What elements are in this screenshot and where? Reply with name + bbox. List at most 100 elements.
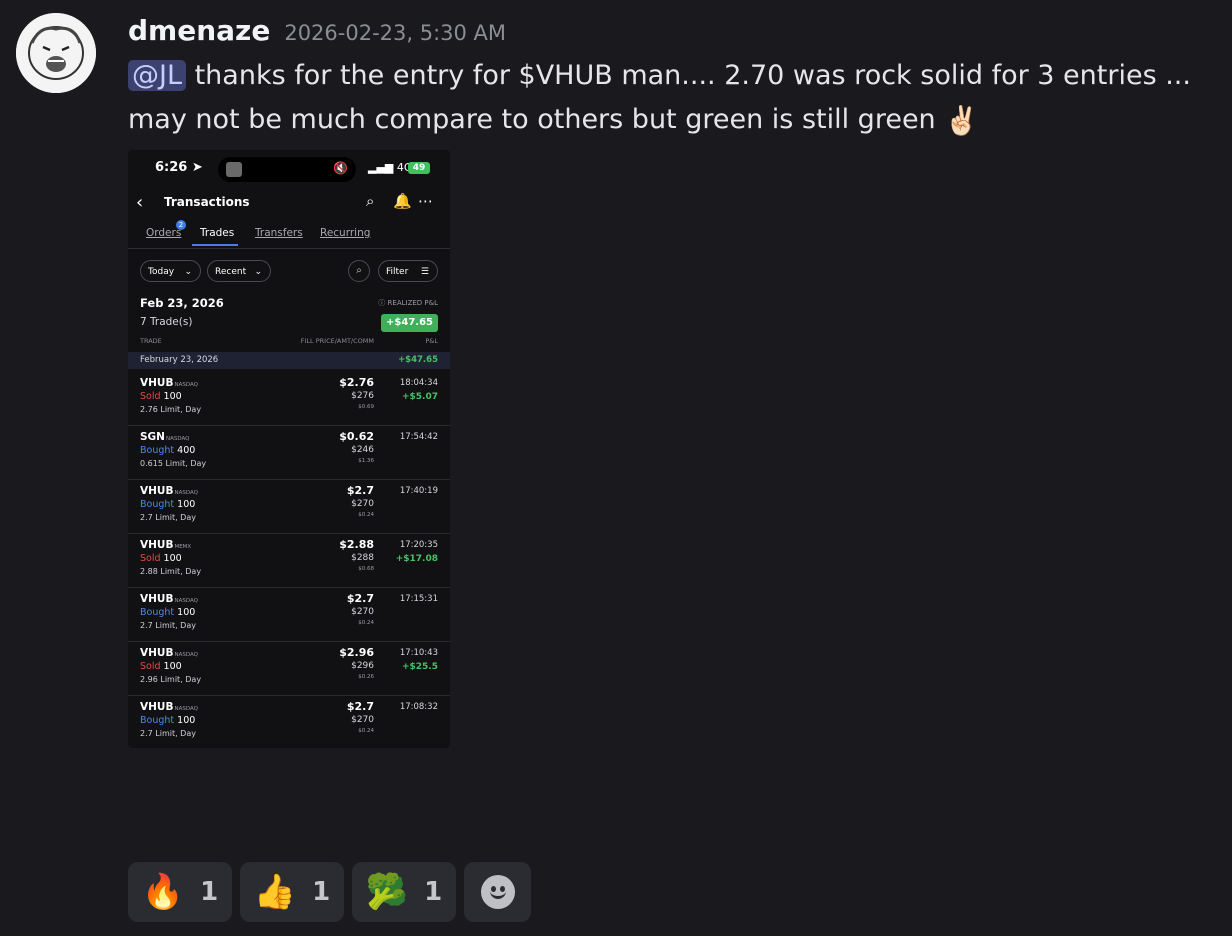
user-mention[interactable]: @JL xyxy=(128,60,187,91)
trade-amount: $270 xyxy=(351,715,374,725)
trade-time: 17:40:19 xyxy=(399,486,438,496)
trade-commission: $0.24 xyxy=(358,620,374,626)
trade-amount: $276 xyxy=(351,391,374,401)
author-name[interactable]: dmenaze xyxy=(128,14,270,47)
trade-exchange: NASDAQ xyxy=(165,436,190,442)
trade-price: $2.7 xyxy=(346,700,374,713)
back-chevron-icon: ‹ xyxy=(136,192,144,213)
nav-bar: ‹ Transactions ⌕ 🔔 ⋯ xyxy=(128,190,450,214)
realized-pnl-value: +$47.65 xyxy=(381,314,438,332)
trade-commission: $0.68 xyxy=(358,566,374,572)
trade-price: $2.7 xyxy=(346,592,374,605)
sort-label: Recent xyxy=(215,267,247,277)
search-icon: ⌕ xyxy=(366,192,375,210)
trade-pnl: +$5.07 xyxy=(401,392,438,402)
signal-icon: ▂▄▆ 4G xyxy=(368,161,413,174)
trade-symbol: VHUBNASDAQ xyxy=(140,593,198,605)
trade-commission: $1.36 xyxy=(358,458,374,464)
trade-symbol: VHUBNASDAQ xyxy=(140,701,198,713)
reaction-count: 1 xyxy=(200,877,219,907)
trade-price: $2.7 xyxy=(346,484,374,497)
column-trade: TRADE xyxy=(140,337,162,345)
column-fill: FILL PRICE/AMT/COMM xyxy=(300,337,374,345)
trade-commission: $0.26 xyxy=(358,674,374,680)
trade-exchange: NASDAQ xyxy=(174,382,198,388)
status-time: 6:26 ➤ xyxy=(155,160,203,175)
reaction-count: 1 xyxy=(424,877,443,907)
bell-icon: 🔔 xyxy=(393,192,412,210)
trade-amount: $270 xyxy=(351,607,374,617)
tab-orders: Orders xyxy=(146,227,182,239)
trade-exchange: MEMX xyxy=(174,544,192,550)
reaction-thumbs-up[interactable]: 👍 1 xyxy=(240,862,344,922)
phone-status-bar: 6:26 ➤ 🔇 ▂▄▆ 4G 49 xyxy=(128,150,450,186)
trade-side: Bought 100 xyxy=(140,499,196,510)
trade-commission: $0.24 xyxy=(358,728,374,734)
trade-exchange: NASDAQ xyxy=(174,706,198,712)
trade-commission: $0.24 xyxy=(358,512,374,518)
trade-limit: 2.88 Limit, Day xyxy=(140,567,202,576)
active-tab-indicator xyxy=(192,244,238,246)
trade-price: $2.88 xyxy=(339,538,374,551)
period-label: Today xyxy=(148,267,175,277)
mute-icon: 🔇 xyxy=(333,161,348,175)
image-attachment[interactable]: 6:26 ➤ 🔇 ▂▄▆ 4G 49 ‹ Transactions ⌕ 🔔 ⋯ … xyxy=(128,150,450,748)
trade-row: VHUBMEMX Sold 100 2.88 Limit, Day $2.88 $288… xyxy=(128,533,450,588)
trade-symbol: SGNNASDAQ xyxy=(140,431,190,443)
trade-time: 17:54:42 xyxy=(399,432,438,442)
day-group-date: February 23, 2026 xyxy=(140,355,219,365)
reaction-count: 1 xyxy=(312,877,331,907)
battery-icon: 49 xyxy=(408,162,430,174)
search-icon: ⌕ xyxy=(348,260,370,282)
message-timestamp: 2026-02-23, 5:30 AM xyxy=(284,21,507,45)
trade-price: $2.96 xyxy=(339,646,374,659)
tab-trades: Trades xyxy=(200,227,235,239)
day-group-header: February 23, 2026 +$47.65 xyxy=(128,352,450,369)
period-dropdown: Today ⌄ xyxy=(140,260,201,282)
trade-symbol: VHUBMEMX xyxy=(140,539,192,551)
orders-badge: 2 xyxy=(176,220,186,230)
trade-limit: 2.76 Limit, Day xyxy=(140,405,202,414)
trade-amount: $288 xyxy=(351,553,374,563)
tab-recurring: Recurring xyxy=(320,227,371,239)
trade-limit: 2.7 Limit, Day xyxy=(140,621,196,630)
trade-pnl: +$17.08 xyxy=(395,554,438,564)
trade-pnl: +$25.5 xyxy=(401,662,438,672)
message-content: @JL thanks for the entry for $VHUB man..… xyxy=(128,54,1218,143)
trade-price: $0.62 xyxy=(339,430,374,443)
trade-time: 17:08:32 xyxy=(399,702,438,712)
trade-side: Bought 100 xyxy=(140,607,196,618)
add-reaction-button[interactable] xyxy=(464,862,531,922)
smiley-icon xyxy=(480,875,515,909)
broccoli-icon: 🥦 xyxy=(365,872,409,912)
day-group-pnl: +$47.65 xyxy=(398,355,438,365)
message-header: dmenaze 2026-02-23, 5:30 AM xyxy=(128,14,506,54)
reaction-broccoli[interactable]: 🥦 1 xyxy=(352,862,456,922)
tab-transfers: Transfers xyxy=(255,227,303,239)
chevron-down-icon: ⌄ xyxy=(254,267,262,277)
trade-row: SGNNASDAQ Bought 400 0.615 Limit, Day $0.62… xyxy=(128,425,450,480)
trade-exchange: NASDAQ xyxy=(174,490,198,496)
trade-amount: $296 xyxy=(351,661,374,671)
avatar-face-icon xyxy=(16,13,96,93)
avatar[interactable] xyxy=(16,13,96,93)
trade-exchange: NASDAQ xyxy=(174,598,198,604)
reaction-fire[interactable]: 🔥 1 xyxy=(128,862,232,922)
trade-time: 17:10:43 xyxy=(399,648,438,658)
chevron-down-icon: ⌄ xyxy=(184,267,192,277)
trade-time: 17:20:35 xyxy=(399,540,438,550)
filter-button: Filter ☰ xyxy=(378,260,438,282)
trade-row: VHUBNASDAQ Bought 100 2.7 Limit, Day $2.7 $2… xyxy=(128,587,450,642)
trade-commission: $0.69 xyxy=(358,404,374,410)
trade-side: Sold 100 xyxy=(140,553,182,564)
fire-icon: 🔥 xyxy=(141,872,185,912)
info-icon: ⓘ xyxy=(378,299,386,307)
trade-side: Bought 100 xyxy=(140,715,196,726)
victory-hand-icon: ✌🏻 xyxy=(944,103,980,137)
trade-side: Sold 100 xyxy=(140,391,182,402)
trade-limit: 0.615 Limit, Day xyxy=(140,459,207,468)
trade-price: $2.76 xyxy=(339,376,374,389)
trade-symbol: VHUBNASDAQ xyxy=(140,377,198,389)
column-pnl: P&L xyxy=(425,337,438,345)
nav-title: Transactions xyxy=(164,195,250,209)
